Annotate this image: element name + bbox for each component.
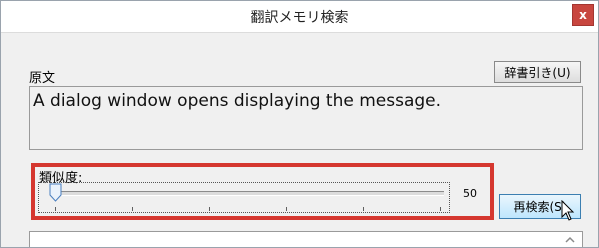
result-box[interactable] [29,231,583,247]
close-button[interactable]: x [572,4,594,26]
source-text-box[interactable]: A dialog window opens displaying the mes… [29,86,583,150]
slider-tick [132,207,133,211]
scroll-up-arrow-icon[interactable] [563,233,577,247]
window-title: 翻訳メモリ検索 [250,10,349,26]
slider-tick [55,207,56,211]
slider-tick [363,207,364,211]
slider-tick [286,207,287,211]
slider-focus-rect [38,182,450,213]
source-label: 原文 [29,71,56,86]
dictionary-lookup-button[interactable]: 辞書引き(U) [494,61,581,83]
mouse-cursor-icon [561,200,575,221]
source-text: A dialog window opens displaying the mes… [33,91,442,111]
slider-tick [209,207,210,211]
similarity-value: 50 [463,187,477,200]
slider-tick [440,207,441,211]
similarity-slider-track[interactable] [51,191,444,196]
translation-memory-search-dialog: 翻訳メモリ検索 x 原文 辞書引き(U) A dialog window ope… [0,0,599,248]
close-icon: x [579,8,587,22]
title-bar[interactable]: 翻訳メモリ検索 x [1,1,598,33]
slider-thumb-icon[interactable] [49,183,62,202]
